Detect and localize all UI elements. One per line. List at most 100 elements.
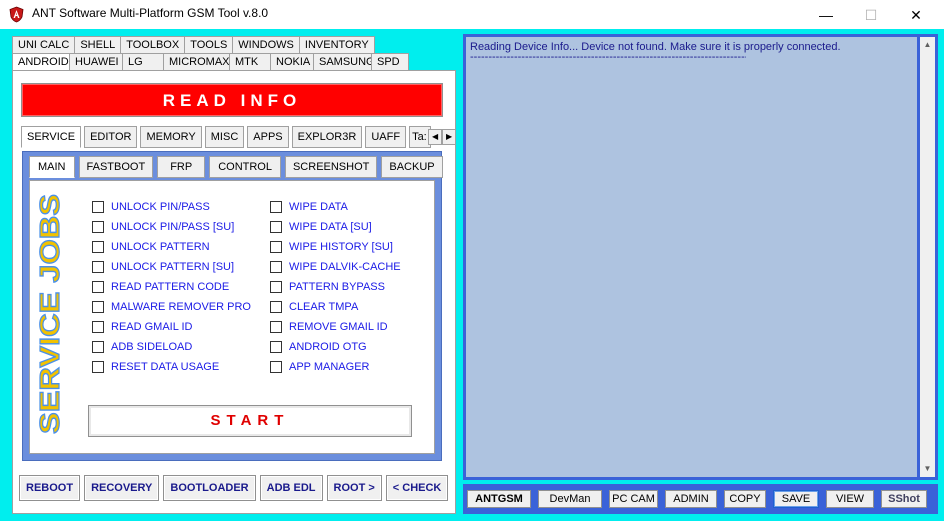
read-info-button[interactable]: READ INFO <box>21 83 443 117</box>
service-tabs: MAIN FASTBOOT FRP CONTROL SCREENSHOT BAC… <box>29 156 447 178</box>
job-malware-remover-pro[interactable]: MALWARE REMOVER PRO <box>92 297 251 317</box>
checkbox[interactable] <box>92 361 104 373</box>
job-clear-tmpa[interactable]: CLEAR TMPA <box>270 297 401 317</box>
checkbox[interactable] <box>270 301 282 313</box>
tab-screenshot[interactable]: SCREENSHOT <box>284 156 378 178</box>
tab-main[interactable]: MAIN <box>29 156 75 178</box>
tab-toolbox[interactable]: TOOLBOX <box>120 36 186 54</box>
job-android-otg[interactable]: ANDROID OTG <box>270 337 401 357</box>
job-reset-data-usage[interactable]: RESET DATA USAGE <box>92 357 251 377</box>
job-wipe-data-su[interactable]: WIPE DATA [SU] <box>270 217 401 237</box>
checkbox[interactable] <box>270 321 282 333</box>
right-button-bar: ANTGSM DevMan PC CAM ADMIN COPY SAVE VIE… <box>463 484 938 514</box>
tab-mtk[interactable]: MTK <box>229 53 271 71</box>
checkbox[interactable] <box>270 341 282 353</box>
pc-cam-button[interactable]: PC CAM <box>609 490 658 508</box>
chevron-up-icon[interactable]: ▲ <box>920 37 935 53</box>
tab-backup[interactable]: BACKUP <box>381 156 443 178</box>
subtab-uaff[interactable]: UAFF <box>365 126 407 148</box>
tab-control[interactable]: CONTROL <box>209 156 281 178</box>
service-main-panel: SERVICE JOBS UNLOCK PIN/PASS UNLOCK PIN/… <box>29 180 435 454</box>
checkbox[interactable] <box>92 301 104 313</box>
log-scrollbar[interactable]: ▲ ▼ <box>920 37 935 477</box>
android-subtabs: SERVICE EDITOR MEMORY MISC APPS EXPLOR3R… <box>21 126 457 148</box>
subtab-service[interactable]: SERVICE <box>21 126 82 148</box>
admin-button[interactable]: ADMIN <box>665 490 717 508</box>
subtab-explor3r[interactable]: EXPLOR3R <box>291 126 363 148</box>
tab-lg[interactable]: LG <box>122 53 164 71</box>
tab-huawei[interactable]: HUAWEI <box>69 53 123 71</box>
subtab-memory[interactable]: MEMORY <box>140 126 202 148</box>
chevron-down-icon[interactable]: ▼ <box>920 461 935 477</box>
checkbox[interactable] <box>92 201 104 213</box>
checkbox[interactable] <box>92 241 104 253</box>
tab-micromax[interactable]: MICROMAX <box>163 53 230 71</box>
recovery-button[interactable]: RECOVERY <box>84 475 160 501</box>
job-unlock-pin-pass-su[interactable]: UNLOCK PIN/PASS [SU] <box>92 217 251 237</box>
app-logo-icon <box>9 6 24 23</box>
job-adb-sideload[interactable]: ADB SIDELOAD <box>92 337 251 357</box>
sshot-button[interactable]: SShot <box>881 490 927 508</box>
view-button[interactable]: VIEW <box>826 490 874 508</box>
tab-fastboot[interactable]: FASTBOOT <box>78 156 154 178</box>
tab-nokia[interactable]: NOKIA <box>270 53 314 71</box>
job-read-pattern-code[interactable]: READ PATTERN CODE <box>92 277 251 297</box>
top-tabs-row-1: UNI CALC SHELL TOOLBOX TOOLS WINDOWS INV… <box>12 36 375 54</box>
checkbox[interactable] <box>92 281 104 293</box>
subtab-misc[interactable]: MISC <box>204 126 245 148</box>
job-wipe-history-su[interactable]: WIPE HISTORY [SU] <box>270 237 401 257</box>
checkbox[interactable] <box>270 261 282 273</box>
tab-frp[interactable]: FRP <box>157 156 206 178</box>
top-tabs-row-2: ANDROID HUAWEI LG MICROMAX MTK NOKIA SAM… <box>12 53 409 71</box>
antgsm-button[interactable]: ANTGSM <box>467 490 531 508</box>
chevron-left-icon[interactable]: ◀ <box>428 129 443 145</box>
job-wipe-data[interactable]: WIPE DATA <box>270 197 401 217</box>
tab-uni-calc[interactable]: UNI CALC <box>12 36 76 54</box>
root-button[interactable]: ROOT > <box>326 475 382 501</box>
checkbox[interactable] <box>270 221 282 233</box>
tab-android[interactable]: ANDROID <box>12 53 70 71</box>
minimize-button[interactable]: — <box>806 4 846 26</box>
reboot-button[interactable]: REBOOT <box>19 475 81 501</box>
checkbox[interactable] <box>92 261 104 273</box>
job-read-gmail-id[interactable]: READ GMAIL ID <box>92 317 251 337</box>
bootloader-button[interactable]: BOOTLOADER <box>163 475 256 501</box>
job-unlock-pin-pass[interactable]: UNLOCK PIN/PASS <box>92 197 251 217</box>
log-output[interactable]: Reading Device Info... Device not found.… <box>466 37 917 477</box>
check-button[interactable]: < CHECK <box>385 475 449 501</box>
subtab-editor[interactable]: EDITOR <box>84 126 138 148</box>
job-app-manager[interactable]: APP MANAGER <box>270 357 401 377</box>
adb-edl-button[interactable]: ADB EDL <box>259 475 323 501</box>
job-wipe-dalvik-cache[interactable]: WIPE DALVIK-CACHE <box>270 257 401 277</box>
checkbox[interactable] <box>92 221 104 233</box>
checkbox[interactable] <box>92 341 104 353</box>
window-title: ANT Software Multi-Platform GSM Tool v.8… <box>32 6 269 20</box>
job-unlock-pattern[interactable]: UNLOCK PATTERN <box>92 237 251 257</box>
job-remove-gmail-id[interactable]: REMOVE GMAIL ID <box>270 317 401 337</box>
tab-samsung[interactable]: SAMSUNG <box>313 53 375 71</box>
tab-spd[interactable]: SPD <box>371 53 409 71</box>
log-frame: Reading Device Info... Device not found.… <box>463 34 938 480</box>
left-panel: UNI CALC SHELL TOOLBOX TOOLS WINDOWS INV… <box>8 34 458 514</box>
devman-button[interactable]: DevMan <box>538 490 602 508</box>
checkbox[interactable] <box>270 361 282 373</box>
job-pattern-bypass[interactable]: PATTERN BYPASS <box>270 277 401 297</box>
checkbox[interactable] <box>92 321 104 333</box>
copy-button[interactable]: COPY <box>724 490 766 508</box>
chevron-right-icon[interactable]: ▶ <box>442 129 457 145</box>
maximize-button[interactable]: ☐ <box>851 4 891 26</box>
tab-shell[interactable]: SHELL <box>74 36 122 54</box>
title-bar[interactable]: ANT Software Multi-Platform GSM Tool v.8… <box>0 0 944 29</box>
tab-tools[interactable]: TOOLS <box>184 36 234 54</box>
checkbox[interactable] <box>270 281 282 293</box>
start-button[interactable]: START <box>88 405 412 437</box>
tab-windows[interactable]: WINDOWS <box>232 36 300 54</box>
tab-inventory[interactable]: INVENTORY <box>298 36 375 54</box>
subtab-apps[interactable]: APPS <box>247 126 289 148</box>
checkbox[interactable] <box>270 201 282 213</box>
close-button[interactable]: ✕ <box>896 4 936 26</box>
save-button[interactable]: SAVE <box>773 490 819 508</box>
job-unlock-pattern-su[interactable]: UNLOCK PATTERN [SU] <box>92 257 251 277</box>
service-jobs-title: SERVICE JOBS <box>33 193 65 434</box>
checkbox[interactable] <box>270 241 282 253</box>
